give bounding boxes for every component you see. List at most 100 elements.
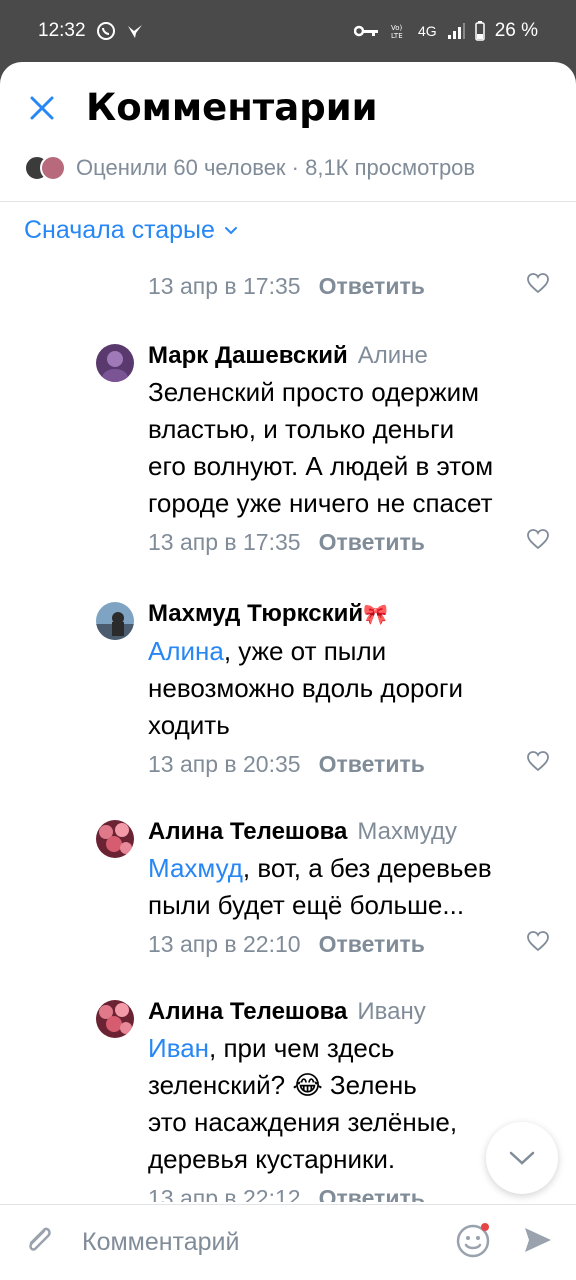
- list-item: Алина Телешова Махмуду Махмуд, вот, а без…: [0, 814, 576, 964]
- comment-time: 13 апр в 22:12: [148, 1184, 301, 1203]
- avatar[interactable]: [96, 820, 134, 858]
- svg-text:LTE: LTE: [391, 32, 403, 40]
- comment-text: Алина, уже от пыли невозможно вдоль доро…: [148, 633, 550, 744]
- key-icon: [354, 24, 380, 38]
- header: Комментарии Оценили 60 человек · 8,1К пр…: [0, 62, 576, 244]
- reply-to: Ивану: [357, 998, 426, 1025]
- comment-time: 13 апр в 22:10: [148, 930, 301, 957]
- comment-line: ходить: [148, 710, 230, 740]
- page-title: Комментарии: [86, 86, 378, 129]
- comment-line: невозможно вдоль дороги: [148, 673, 463, 703]
- chevron-down-icon: [224, 226, 237, 234]
- smile-icon: [456, 1223, 490, 1258]
- comment-time: 13 апр в 20:35: [148, 750, 301, 777]
- mention-link[interactable]: Иван: [148, 1033, 209, 1063]
- comment-meta: 13 апр в 17:35 Ответить: [148, 522, 550, 562]
- divider: [0, 201, 576, 202]
- heart-icon: [527, 273, 549, 294]
- volte-icon: Vo) LTE: [390, 22, 408, 40]
- comments-list: 13 апр в 17:35 Ответить Марк Дашевский Ал…: [0, 258, 576, 1202]
- comment-line: властью, и только деньги: [148, 414, 455, 444]
- reply-button[interactable]: Ответить: [319, 931, 425, 958]
- svg-text:Vo): Vo): [391, 24, 403, 32]
- comments-sheet: Комментарии Оценили 60 человек · 8,1К пр…: [0, 62, 576, 1280]
- comment-line: пыли будет ещё больше...: [148, 890, 465, 920]
- author-name[interactable]: Алина Телешова: [148, 818, 347, 845]
- comment-line: зеленский? 😂 Зелень: [148, 1070, 417, 1100]
- heart-icon: [527, 751, 549, 772]
- emoji-button[interactable]: [454, 1221, 492, 1264]
- list-item: Марк Дашевский Алине Зеленский просто оде…: [0, 338, 576, 562]
- comment-line: городе уже ничего не спасет: [148, 488, 493, 518]
- list-item: 13 апр в 17:35 Ответить: [0, 266, 576, 306]
- scroll-down-button[interactable]: [486, 1122, 558, 1194]
- author-line: Алина Телешова Махмуду: [148, 814, 550, 850]
- attach-button[interactable]: [22, 1223, 56, 1262]
- comment-meta: 13 апр в 22:12 Ответить: [148, 1178, 550, 1203]
- author-name[interactable]: Марк Дашевский: [148, 342, 348, 369]
- status-bar: 12:32 Vo) LTE 4G 26 %: [0, 0, 576, 62]
- comment-fragment: , вот, а без деревьев: [242, 853, 492, 883]
- verified-emoji-icon: 🎀: [363, 604, 389, 626]
- comment-line: Махмуд, вот, а без деревьев: [148, 850, 550, 887]
- comment-meta: 13 апр в 20:35 Ответить: [148, 744, 550, 784]
- comment-input-bar: Комментарий: [0, 1204, 576, 1280]
- battery-icon: [474, 21, 485, 41]
- author-name[interactable]: Алина Телешова: [148, 998, 347, 1025]
- like-button[interactable]: [526, 750, 550, 778]
- likers-avatars: [24, 155, 66, 181]
- like-button[interactable]: [526, 272, 550, 300]
- paperclip-icon: [29, 1227, 51, 1251]
- reply-button[interactable]: Ответить: [319, 751, 425, 778]
- comment-meta: 13 апр в 17:35 Ответить: [148, 266, 550, 306]
- comment-line: Зеленский просто одержим: [148, 377, 480, 407]
- send-button[interactable]: [522, 1224, 554, 1261]
- comment-line: Иван, при чем здесь: [148, 1030, 550, 1067]
- avatar[interactable]: [96, 344, 134, 382]
- comment-line: это насаждения зелёные,: [148, 1107, 458, 1137]
- like-button[interactable]: [526, 528, 550, 556]
- comment-line: его волнуют. А людей в этом: [148, 451, 494, 481]
- sort-dropdown[interactable]: Сначала старые: [24, 216, 239, 245]
- author-name[interactable]: Махмуд Тюркский: [148, 600, 363, 627]
- likes-views-stats[interactable]: Оценили 60 человек · 8,1К просмотров: [24, 154, 475, 182]
- comment-input[interactable]: Комментарий: [82, 1228, 454, 1257]
- comment-text: Махмуд, вот, а без деревьев пыли будет е…: [148, 850, 550, 924]
- network-type: 4G: [418, 23, 437, 39]
- battery-level: 26 %: [494, 20, 538, 41]
- signal-icon: [447, 22, 465, 40]
- comment-time: 13 апр в 17:35: [148, 272, 301, 299]
- stats-text: Оценили 60 человек · 8,1К просмотров: [76, 155, 476, 180]
- mention-link[interactable]: Алина: [148, 636, 224, 666]
- comment-text: Зеленский просто одержим властью, и толь…: [148, 374, 550, 522]
- reply-button[interactable]: Ответить: [319, 273, 425, 300]
- avatar[interactable]: [96, 1000, 134, 1038]
- sort-label: Сначала старые: [24, 216, 215, 244]
- list-item: Махмуд Тюркский🎀 Алина, уже от пыли нево…: [0, 596, 576, 784]
- comment-fragment: , уже от пыли: [223, 636, 387, 666]
- reply-to: Махмуду: [357, 818, 457, 845]
- author-line: Махмуд Тюркский🎀: [148, 596, 550, 633]
- avatar: [40, 155, 66, 181]
- whatsapp-icon: [96, 21, 116, 41]
- close-button[interactable]: [24, 90, 60, 126]
- comment-time: 13 апр в 17:35: [148, 528, 301, 555]
- reply-to: Алине: [357, 342, 428, 369]
- author-line: Алина Телешова Ивану: [148, 994, 550, 1030]
- comment-fragment: , при чем здесь: [209, 1033, 395, 1063]
- like-button[interactable]: [526, 930, 550, 958]
- bird-icon: [126, 22, 144, 40]
- chevron-down-icon: [509, 1151, 535, 1165]
- author-line: Марк Дашевский Алине: [148, 338, 550, 374]
- clock: 12:32: [38, 20, 86, 41]
- mention-link[interactable]: Махмуд: [148, 853, 243, 883]
- avatar[interactable]: [96, 602, 134, 640]
- comment-meta: 13 апр в 22:10 Ответить: [148, 924, 550, 964]
- reply-button[interactable]: Ответить: [319, 529, 425, 556]
- close-icon: [30, 96, 54, 120]
- comment-line: Алина, уже от пыли: [148, 633, 550, 670]
- heart-icon: [527, 529, 549, 550]
- heart-icon: [527, 931, 549, 952]
- send-icon: [525, 1228, 551, 1252]
- reply-button[interactable]: Ответить: [319, 1185, 425, 1203]
